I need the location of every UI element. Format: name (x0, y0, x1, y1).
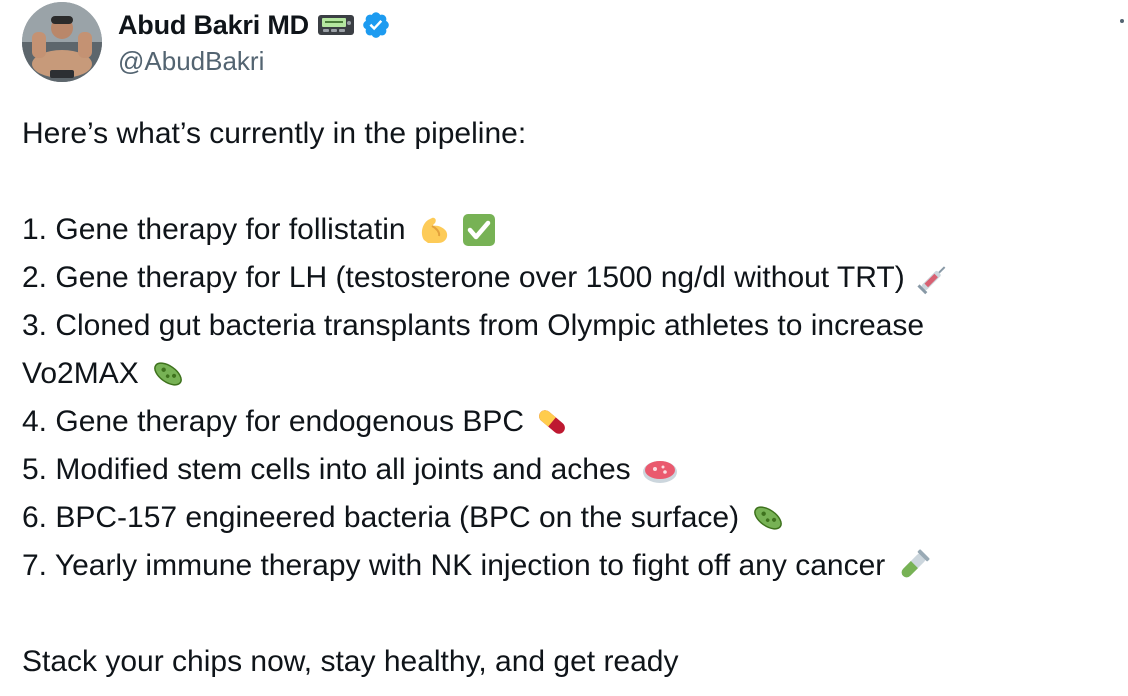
more-options-icon[interactable] (1118, 12, 1126, 30)
check-mark-emoji (462, 213, 496, 247)
tweet-text: Here’s what’s currently in the pipeline:… (22, 110, 1122, 686)
test-tube-emoji (895, 548, 931, 584)
tweet-intro: Here’s what’s currently in the pipeline: (22, 117, 527, 150)
list-item: 3. Cloned gut bacteria transplants from … (22, 309, 925, 342)
pager-icon (317, 13, 355, 37)
verified-badge-icon[interactable] (361, 10, 391, 40)
author-handle[interactable]: @AbudBakri (118, 46, 264, 77)
list-item: 5. Modified stem cells into all joints a… (22, 446, 1122, 494)
list-item: 7. Yearly immune therapy with NK injecti… (22, 542, 1122, 590)
flexed-biceps-emoji (416, 212, 452, 248)
author-name-row: Abud Bakri MD (118, 6, 391, 44)
avatar[interactable] (22, 2, 102, 82)
pill-emoji (534, 404, 570, 440)
tweet-header: Abud Bakri MD @AbudBakri (22, 2, 1124, 92)
microbe-emoji (149, 355, 187, 393)
list-item: 6. BPC-157 engineered bacteria (BPC on t… (22, 494, 1122, 542)
petri-dish-emoji (641, 455, 679, 485)
list-item: 2. Gene therapy for LH (testosterone ove… (22, 254, 1122, 302)
microbe-emoji (749, 499, 787, 537)
tweet-outro: Stack your chips now, stay healthy, and … (22, 645, 679, 678)
syringe-emoji (915, 260, 951, 296)
list-item: 1. Gene therapy for follistatin (22, 206, 1122, 254)
author-name[interactable]: Abud Bakri MD (118, 10, 309, 41)
list-item: 4. Gene therapy for endogenous BPC (22, 398, 1122, 446)
list-item: Vo2MAX (22, 350, 1122, 398)
